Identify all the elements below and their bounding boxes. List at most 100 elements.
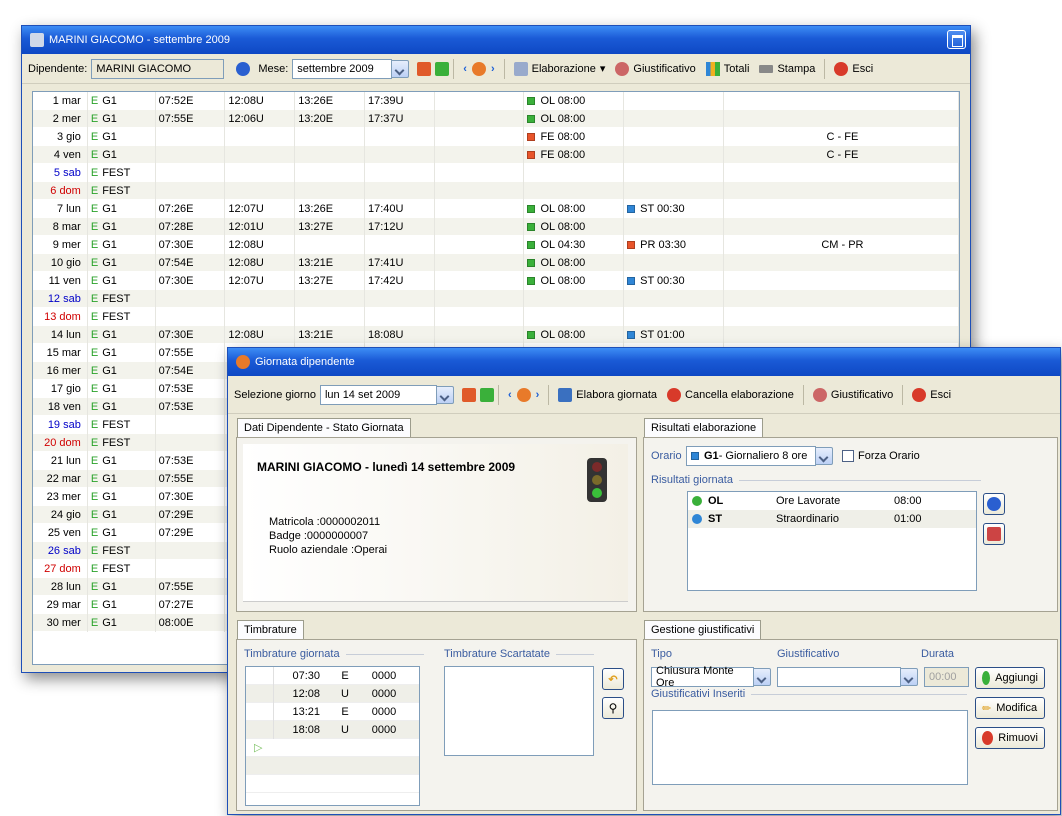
info-button[interactable] xyxy=(983,493,1005,515)
result-row[interactable]: ST Straordinario 01:00 xyxy=(688,510,976,528)
selezione-field[interactable]: lun 14 set 2009 xyxy=(319,384,437,405)
search-button[interactable]: ⚲ xyxy=(602,697,624,719)
orario-cell: E G1 xyxy=(88,451,156,470)
tab-dati-dipendente[interactable]: Dati Dipendente - Stato Giornata xyxy=(237,418,411,437)
separator xyxy=(453,58,455,79)
cancel-icon xyxy=(667,387,682,402)
giustificativo-combo[interactable] xyxy=(777,667,918,687)
dialog-toolbar: Selezione giorno lun 14 set 2009 ‹ › Ela… xyxy=(228,376,1060,414)
table-row[interactable]: 4 ven E G1 FE 08:00 C - FE xyxy=(33,145,960,164)
new-row[interactable]: ▷ xyxy=(246,739,419,757)
timbratura-row[interactable]: 07:30 E 0000 xyxy=(246,666,419,685)
prev-icon[interactable]: ‹ xyxy=(463,63,467,75)
table-row[interactable]: 2 mer E G1 07:55E 12:06U 13:20E 17:37U OL 08:00 xyxy=(33,109,960,128)
results-list[interactable]: OL Ore Lavorate 08:00 ST Straordinario 01:00 xyxy=(687,491,977,591)
timbrature-list[interactable]: 07:30 E 0000 12:08 U 0000 13:21 E 0000 18:08 U 0000… xyxy=(245,666,420,806)
table-row[interactable]: 9 mer E G1 07:30E 12:08U OL 04:30 PR 03:30 CM -… xyxy=(33,235,960,254)
table-row[interactable]: 5 sab E FEST xyxy=(33,163,960,182)
elaborazione-button[interactable]: Elaborazione ▾ xyxy=(513,61,605,76)
timbratura-time: 18:08 xyxy=(292,723,320,736)
timbratura-cell: 07:28E xyxy=(156,217,226,236)
totali-button[interactable]: Totali xyxy=(705,61,750,76)
tab-timbrature[interactable]: Timbrature xyxy=(237,620,304,639)
tab-risultati[interactable]: Risultati elaborazione xyxy=(644,418,764,437)
tipo-dropdown-button[interactable] xyxy=(754,668,771,686)
export-arrow-icon[interactable] xyxy=(417,61,432,76)
empty-row xyxy=(246,757,419,775)
note-cell xyxy=(724,271,960,290)
table-row[interactable]: 3 gio E G1 FE 08:00 C - FE xyxy=(33,127,960,146)
day-cell: 15 mar xyxy=(33,343,88,362)
timbratura-cell xyxy=(295,127,365,146)
giustificativi-inseriti-list[interactable] xyxy=(652,710,968,785)
giustificativo-dropdown-button[interactable] xyxy=(901,668,918,686)
remove-icon xyxy=(982,731,994,745)
timbratura-row[interactable]: 12:08 U 0000 xyxy=(246,684,419,703)
mese-dropdown-button[interactable] xyxy=(392,59,410,78)
timbratura-row[interactable]: 13:21 E 0000 xyxy=(246,702,419,721)
tab-gestione-giustificativi[interactable]: Gestione giustificativi xyxy=(644,620,762,639)
spacer-cell xyxy=(435,271,525,290)
table-row[interactable]: 10 gio E G1 07:54E 12:08U 13:21E 17:41U OL 08:0… xyxy=(33,253,960,272)
timbratura-cell xyxy=(156,145,226,164)
rimuovi-button[interactable]: Rimuovi xyxy=(975,727,1045,749)
spacer-cell xyxy=(435,199,525,218)
next-icon[interactable]: › xyxy=(536,389,540,401)
result-1-cell: OL 08:00 xyxy=(524,271,625,290)
tools-button[interactable] xyxy=(983,523,1005,545)
table-row[interactable]: 12 sab E FEST xyxy=(33,289,960,308)
elabora-giornata-button[interactable]: Elabora giornata xyxy=(558,387,657,402)
note-cell: CM - PR xyxy=(724,235,960,254)
day-cell: 7 lun xyxy=(33,199,88,218)
user-icon[interactable] xyxy=(471,61,486,76)
table-row[interactable]: 13 dom E FEST xyxy=(33,307,960,326)
undo-button[interactable]: ↶ xyxy=(602,668,624,690)
giustificativo-button[interactable]: Giustificativo xyxy=(615,61,696,76)
forza-orario-checkbox[interactable] xyxy=(842,450,854,462)
result-1-cell xyxy=(524,163,625,182)
table-row[interactable]: 8 mar E G1 07:28E 12:01U 13:27E 17:12U OL 08:00 xyxy=(33,217,960,236)
mese-field[interactable]: settembre 2009 xyxy=(292,58,393,79)
prev-icon[interactable]: ‹ xyxy=(508,389,512,401)
import-arrow-icon[interactable] xyxy=(435,61,450,76)
table-row[interactable]: 7 lun E G1 07:26E 12:07U 13:26E 17:40U OL 08:00… xyxy=(33,199,960,218)
dipendente-field[interactable]: MARINI GIACOMO xyxy=(91,58,225,79)
selezione-dropdown-button[interactable] xyxy=(436,385,454,404)
giustificativo-button[interactable]: Giustificativo xyxy=(812,387,893,402)
import-arrow-icon[interactable] xyxy=(479,387,494,402)
durata-field[interactable]: 00:00 xyxy=(924,667,969,687)
maximize-button[interactable] xyxy=(947,30,966,49)
cancella-elaborazione-button[interactable]: Cancella elaborazione xyxy=(667,387,794,402)
result-value: 01:00 xyxy=(894,513,922,525)
giustificativo-field[interactable] xyxy=(777,667,901,687)
result-1-text: OL 08:00 xyxy=(540,256,586,269)
table-row[interactable]: 11 ven E G1 07:30E 12:07U 13:27E 17:42U OL 08:0… xyxy=(33,271,960,290)
timbratura-row[interactable]: 18:08 U 0000 xyxy=(246,720,419,739)
table-row[interactable]: 14 lun E G1 07:30E 12:08U 13:21E 18:08U OL 08:0… xyxy=(33,325,960,344)
entry-flag-icon: E xyxy=(90,328,99,341)
tipo-combo[interactable]: Chiusura Monte Ore xyxy=(651,665,771,689)
orario-combo[interactable]: G1 - Giornaliero 8 ore xyxy=(686,446,833,466)
table-row[interactable]: 6 dom E FEST xyxy=(33,181,960,200)
result-row[interactable]: OL Ore Lavorate 08:00 xyxy=(688,492,976,510)
export-arrow-icon[interactable] xyxy=(461,387,476,402)
user-icon[interactable] xyxy=(516,387,531,402)
timbratura-cell: 08:00E xyxy=(156,613,226,632)
totali-label: Totali xyxy=(723,62,750,75)
esci-button[interactable]: Esci xyxy=(912,387,951,402)
info-icon[interactable] xyxy=(236,61,251,76)
selezione-combo[interactable]: lun 14 set 2009 xyxy=(319,384,454,405)
next-icon[interactable]: › xyxy=(491,63,495,75)
tipo-field[interactable]: Chiusura Monte Ore xyxy=(651,665,754,689)
orario-dropdown-button[interactable] xyxy=(816,447,833,465)
aggiungi-button[interactable]: Aggiungi xyxy=(975,667,1045,689)
row-indicator xyxy=(246,720,274,739)
orario-field[interactable]: G1 - Giornaliero 8 ore xyxy=(686,446,816,466)
esci-button[interactable]: Esci xyxy=(834,61,873,76)
modifica-label: Modifica xyxy=(996,702,1038,714)
timbrature-scartate-list[interactable] xyxy=(444,666,594,756)
stampa-button[interactable]: Stampa xyxy=(759,63,815,75)
table-row[interactable]: 1 mar E G1 07:52E 12:08U 13:26E 17:39U OL 08:00 xyxy=(33,91,960,110)
mese-combo[interactable]: settembre 2009 xyxy=(292,58,410,79)
modifica-button[interactable]: ✏ Modifica xyxy=(975,697,1045,719)
